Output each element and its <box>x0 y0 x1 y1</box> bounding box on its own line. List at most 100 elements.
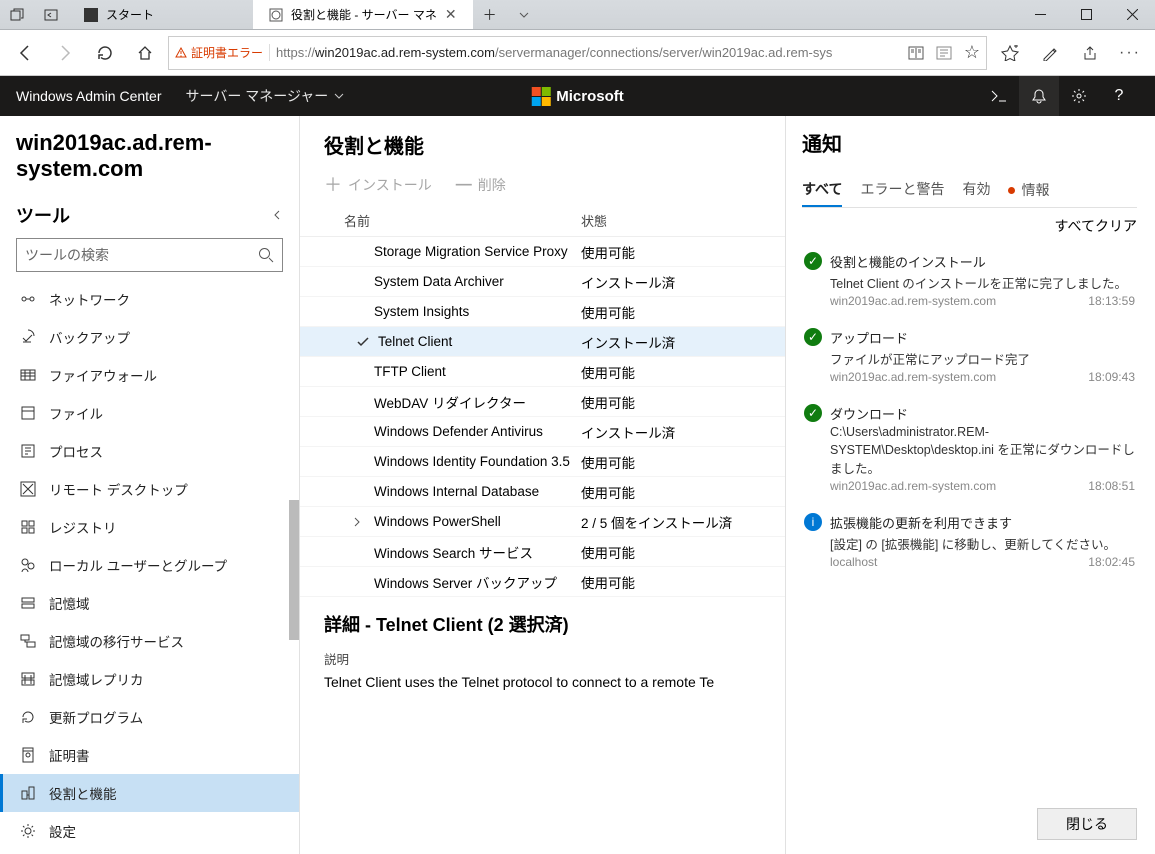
tools-search[interactable]: ツールの検索 <box>16 238 283 272</box>
sidebar-item[interactable]: 記憶域 <box>0 584 299 622</box>
row-name: TFTP Client <box>344 364 581 379</box>
more-icon[interactable]: ··· <box>1113 36 1147 70</box>
col-name[interactable]: 名前 <box>344 211 581 230</box>
browser-tab-active[interactable]: 役割と機能 - サーバー マネ ✕ <box>253 0 473 29</box>
clear-all-button[interactable]: すべてクリア <box>802 216 1137 236</box>
sidebar-item[interactable]: ファイル <box>0 394 299 432</box>
favorite-icon[interactable]: ☆ <box>964 42 980 63</box>
table-row[interactable]: Telnet Clientインストール済 <box>300 327 785 357</box>
refresh-button[interactable] <box>88 36 122 70</box>
url-text: https://win2019ac.ad.rem-system.com/serv… <box>276 45 902 60</box>
tool-label: 設定 <box>49 821 76 841</box>
table-row[interactable]: Windows Search サービス使用可能 <box>300 537 785 567</box>
scrollbar-thumb[interactable] <box>289 500 299 640</box>
cert-error-badge[interactable]: 証明書エラー <box>175 44 270 61</box>
sidebar-item[interactable]: リモート デスクトップ <box>0 470 299 508</box>
help-icon[interactable]: ? <box>1099 76 1139 116</box>
tab-all[interactable]: すべて <box>802 173 842 207</box>
sidebar-item[interactable]: 記憶域レプリカ <box>0 660 299 698</box>
notifications-icon[interactable] <box>1019 76 1059 116</box>
notification-item[interactable]: ✓アップロードファイルが正常にアップロード完了win2019ac.ad.rem-… <box>802 318 1137 394</box>
tool-icon <box>19 443 37 459</box>
sidebar-item[interactable]: レジストリ <box>0 508 299 546</box>
browser-tab-start[interactable]: スタート <box>68 0 253 29</box>
tools-list[interactable]: ネットワークバックアップファイアウォールファイルプロセスリモート デスクトップレ… <box>0 280 299 854</box>
table-row[interactable]: Windows PowerShell2 / 5 個をインストール済 <box>300 507 785 537</box>
sidebar-item[interactable]: 証明書 <box>0 736 299 774</box>
tool-label: プロセス <box>49 441 103 461</box>
notification-item[interactable]: i拡張機能の更新を利用できます[設定] の [拡張機能] に移動し、更新してくだ… <box>802 503 1137 579</box>
favorites-bar-icon[interactable] <box>993 36 1027 70</box>
notifications-tabs: すべて エラーと警告 有効 情報 <box>802 173 1137 208</box>
url-box[interactable]: 証明書エラー https://win2019ac.ad.rem-system.c… <box>168 36 987 70</box>
settings-icon[interactable] <box>1059 76 1099 116</box>
reading-list-icon[interactable] <box>936 46 952 60</box>
chevron-right-icon[interactable] <box>348 517 366 527</box>
notification-title: ダウンロード <box>830 404 1135 423</box>
table-row[interactable]: Windows Internal Database使用可能 <box>300 477 785 507</box>
table-row[interactable]: System Data Archiverインストール済 <box>300 267 785 297</box>
table-row[interactable]: System Insights使用可能 <box>300 297 785 327</box>
table-row[interactable]: TFTP Client使用可能 <box>300 357 785 387</box>
install-button: ＋インストール <box>324 175 432 195</box>
table-row[interactable]: Windows Defender Antivirusインストール済 <box>300 417 785 447</box>
col-state[interactable]: 状態 <box>581 211 761 230</box>
maximize-button[interactable] <box>1063 0 1109 29</box>
reading-view-icon[interactable] <box>908 46 924 60</box>
set-aside-button[interactable] <box>34 0 68 29</box>
new-tab-button[interactable]: ＋ <box>473 0 507 29</box>
notification-message: Telnet Client のインストールを正常に完了しました。 <box>830 273 1135 292</box>
search-placeholder: ツールの検索 <box>25 245 109 265</box>
tab-enabled[interactable]: 有効 <box>962 173 990 207</box>
notification-item[interactable]: ✓役割と機能のインストールTelnet Client のインストールを正常に完了… <box>802 242 1137 318</box>
tool-label: ファイル <box>49 403 103 423</box>
row-state: インストール済 <box>581 332 761 352</box>
table-row[interactable]: Storage Migration Service Proxy使用可能 <box>300 237 785 267</box>
sidebar-item[interactable]: バックアップ <box>0 318 299 356</box>
sidebar-item[interactable]: ファイアウォール <box>0 356 299 394</box>
forward-button[interactable] <box>48 36 82 70</box>
home-button[interactable] <box>128 36 162 70</box>
tool-icon <box>19 709 37 725</box>
tab-errors[interactable]: エラーと警告 <box>860 173 944 207</box>
share-icon[interactable] <box>1073 36 1107 70</box>
sidebar-item[interactable]: ローカル ユーザーとグループ <box>0 546 299 584</box>
sidebar-item[interactable]: 役割と機能 <box>0 774 299 812</box>
row-state: インストール済 <box>581 272 761 292</box>
notification-item[interactable]: ✓ダウンロードC:\Users\administrator.REM-SYSTEM… <box>802 394 1137 503</box>
sidebar-item[interactable]: 設定 <box>0 812 299 850</box>
sidebar-item[interactable]: ネットワーク <box>0 280 299 318</box>
back-button[interactable] <box>8 36 42 70</box>
close-tab-icon[interactable]: ✕ <box>445 6 457 23</box>
notes-icon[interactable] <box>1033 36 1067 70</box>
row-name: System Data Archiver <box>344 274 581 289</box>
close-window-button[interactable] <box>1109 0 1155 29</box>
app-header: Windows Admin Center サーバー マネージャー Microso… <box>0 76 1155 116</box>
tab-title: 役割と機能 - サーバー マネ <box>291 6 437 23</box>
table-row[interactable]: WebDAV リダイレクター使用可能 <box>300 387 785 417</box>
tool-icon <box>19 481 37 497</box>
tab-title: スタート <box>106 6 154 23</box>
close-panel-button[interactable]: 閉じる <box>1037 808 1137 840</box>
tool-label: 記憶域 <box>49 593 90 613</box>
table-row[interactable]: Windows Server バックアップ使用可能 <box>300 567 785 597</box>
tool-icon <box>19 329 37 345</box>
sidebar-item[interactable]: 更新プログラム <box>0 698 299 736</box>
tab-info[interactable]: 情報 <box>1008 173 1049 207</box>
success-icon: ✓ <box>804 328 822 346</box>
page-title: 役割と機能 <box>300 116 785 171</box>
table-body[interactable]: Storage Migration Service Proxy使用可能Syste… <box>300 237 785 597</box>
tab-overflow-button[interactable] <box>507 0 541 29</box>
collapse-tools-icon[interactable] <box>271 209 283 221</box>
tool-icon <box>19 747 37 763</box>
context-dropdown[interactable]: サーバー マネージャー <box>186 86 345 106</box>
sidebar-item[interactable]: 記憶域の移行サービス <box>0 622 299 660</box>
tool-icon <box>19 405 37 421</box>
table-row[interactable]: Windows Identity Foundation 3.5使用可能 <box>300 447 785 477</box>
tabs-button[interactable] <box>0 0 34 29</box>
tab-favicon <box>84 8 98 22</box>
info-icon: i <box>804 513 822 531</box>
minimize-button[interactable] <box>1017 0 1063 29</box>
powershell-icon[interactable] <box>979 76 1019 116</box>
sidebar-item[interactable]: プロセス <box>0 432 299 470</box>
